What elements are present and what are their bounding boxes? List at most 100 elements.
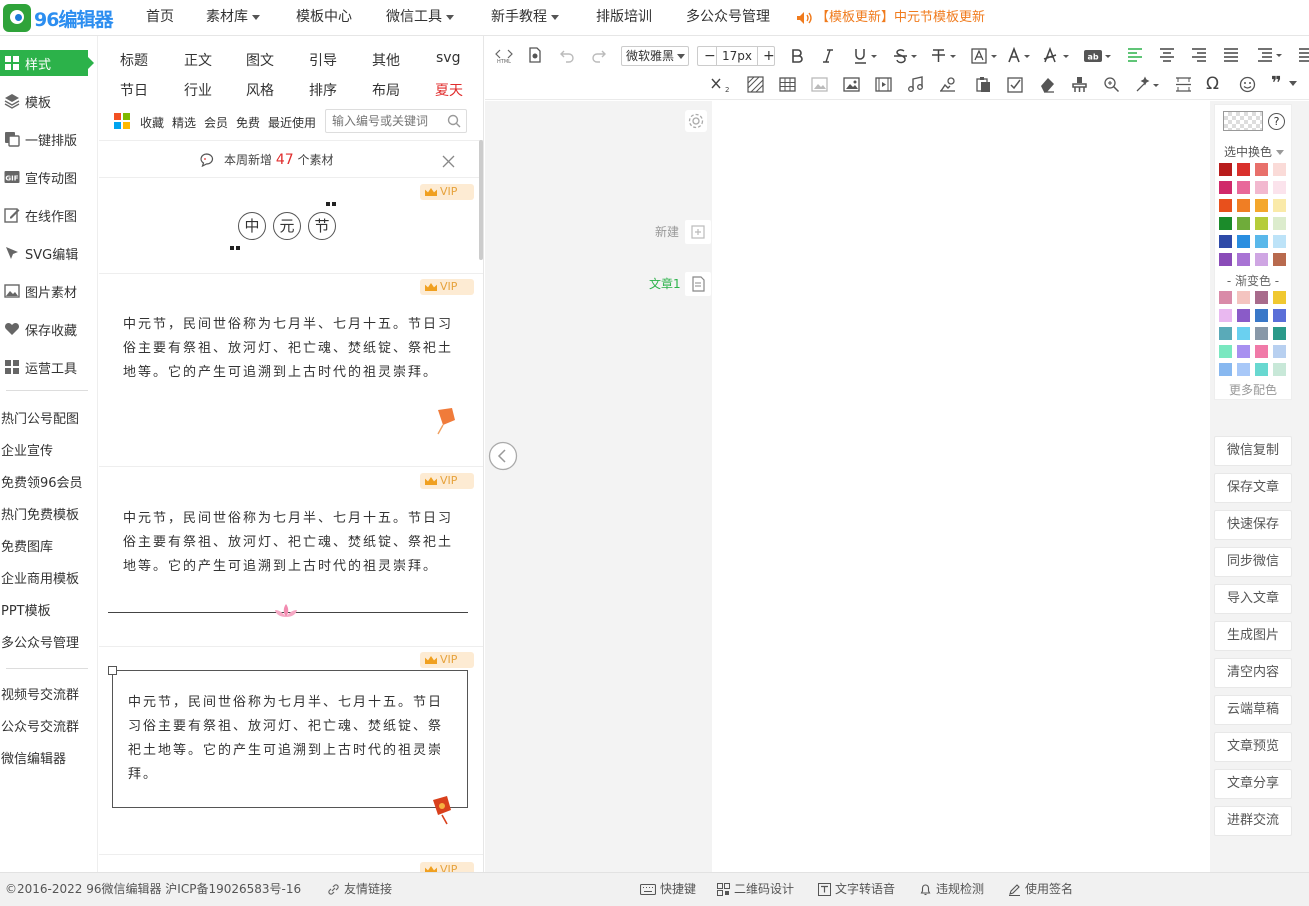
more-colors-link[interactable]: 更多配色 [1215, 381, 1291, 398]
menu-item-images[interactable]: 图片素材 [0, 278, 94, 304]
nav-templates[interactable]: 模板中心 [296, 0, 352, 36]
nav-wechat-tools[interactable]: 微信工具 [386, 0, 454, 36]
image-search-icon[interactable] [939, 76, 956, 93]
announcement[interactable]: 【模板更新】中元节模板更新 [796, 0, 985, 36]
quick-save-button[interactable]: 快速保存 [1214, 510, 1292, 540]
sync-wechat-button[interactable]: 同步微信 [1214, 547, 1292, 577]
image-disabled-icon[interactable] [811, 76, 828, 93]
color-swatch[interactable] [1273, 163, 1286, 176]
tab-title[interactable]: 标题 [120, 50, 148, 70]
violation-check[interactable]: 违规检测 [919, 873, 984, 906]
tab-sort[interactable]: 排序 [309, 80, 337, 100]
link-wechat-editor[interactable]: 微信编辑器 [1, 748, 66, 767]
background-icon[interactable] [747, 76, 764, 93]
gradient-swatch[interactable] [1219, 345, 1232, 358]
shortcut-keys[interactable]: 快捷键 [640, 873, 696, 906]
italic-icon[interactable] [821, 48, 835, 64]
color-swatch[interactable] [1255, 199, 1268, 212]
color-swatch[interactable] [1255, 235, 1268, 248]
format-brush-icon[interactable] [1071, 76, 1088, 93]
color-swatch[interactable] [1273, 253, 1286, 266]
gradient-swatch[interactable] [1237, 345, 1250, 358]
redo-icon[interactable] [591, 47, 607, 63]
color-swatch[interactable] [1273, 181, 1286, 194]
editor-canvas[interactable] [712, 101, 1210, 872]
share-article-button[interactable]: 文章分享 [1214, 769, 1292, 799]
font-size-value[interactable]: 17px [722, 47, 752, 65]
import-article-button[interactable]: 导入文章 [1214, 584, 1292, 614]
link-hot-images[interactable]: 热门公号配图 [1, 408, 79, 427]
save-article-button[interactable]: 保存文章 [1214, 473, 1292, 503]
filter-recent[interactable]: 最近使用 [268, 114, 316, 131]
gradient-swatch[interactable] [1255, 345, 1268, 358]
tab-festival[interactable]: 节日 [120, 80, 148, 100]
color-swatch[interactable] [1237, 217, 1250, 230]
quote-icon[interactable]: ❞ [1271, 73, 1282, 94]
gradient-swatch[interactable] [1219, 291, 1232, 304]
gradient-swatch[interactable] [1255, 291, 1268, 304]
gradient-swatch[interactable] [1273, 345, 1286, 358]
link-free-templates[interactable]: 热门免费模板 [1, 504, 79, 523]
magic-wand-icon[interactable] [1135, 76, 1161, 93]
color-swatch[interactable] [1219, 235, 1232, 248]
nav-home[interactable]: 首页 [146, 0, 174, 36]
clear-content-button[interactable]: 清空内容 [1214, 658, 1292, 688]
link-free-gallery[interactable]: 免费图库 [1, 536, 53, 555]
emoji-icon[interactable] [1239, 76, 1256, 93]
search-icon[interactable] [447, 114, 461, 128]
chevron-down-icon[interactable] [1289, 81, 1297, 87]
qrcode-design[interactable]: 二维码设计 [717, 873, 794, 906]
text-to-speech[interactable]: 文字转语音 [818, 873, 895, 906]
color-swatch[interactable] [1219, 163, 1232, 176]
doc-icon[interactable] [527, 47, 543, 63]
color-swatch[interactable] [1255, 163, 1268, 176]
cloud-draft-button[interactable]: 云端草稿 [1214, 695, 1292, 725]
tab-style[interactable]: 风格 [246, 80, 274, 100]
color-swatch[interactable] [1255, 217, 1268, 230]
nav-materials[interactable]: 素材库 [206, 0, 260, 36]
color-swatch[interactable] [1219, 217, 1232, 230]
settings-gear-icon[interactable] [685, 110, 707, 132]
gradient-swatch[interactable] [1273, 309, 1286, 322]
checkbox-icon[interactable] [1007, 76, 1024, 93]
insert-image-icon[interactable] [843, 76, 860, 93]
color-swatch[interactable] [1237, 163, 1250, 176]
gradient-swatch[interactable] [1219, 309, 1232, 322]
tab-layout[interactable]: 布局 [372, 80, 400, 100]
font-size-plus[interactable]: + [763, 47, 775, 65]
link-official-group[interactable]: 公众号交流群 [1, 716, 79, 735]
gradient-swatch[interactable] [1237, 327, 1250, 340]
color-swatch[interactable] [1273, 199, 1286, 212]
menu-item-styles[interactable]: 样式 [0, 50, 94, 76]
text-style-icon[interactable] [931, 47, 957, 65]
video-icon[interactable] [875, 76, 892, 93]
gradient-swatch[interactable] [1273, 327, 1286, 340]
menu-item-gif[interactable]: GIF 宣传动图 [0, 164, 94, 190]
tab-other[interactable]: 其他 [372, 50, 400, 70]
search-input[interactable] [332, 112, 440, 130]
divider-line-icon[interactable] [1175, 76, 1192, 93]
nav-training[interactable]: 排版培训 [596, 0, 652, 36]
table-icon[interactable] [779, 76, 796, 93]
color-swatch[interactable] [1255, 253, 1268, 266]
link-commercial-templates[interactable]: 企业商用模板 [1, 568, 79, 587]
color-swatch[interactable] [1273, 217, 1286, 230]
menu-item-online-draw[interactable]: 在线作图 [0, 202, 94, 228]
menu-item-svg-edit[interactable]: SVG编辑 [0, 240, 94, 266]
font-family-select[interactable]: 微软雅黑 [621, 46, 689, 66]
color-grid-icon[interactable] [114, 113, 130, 129]
align-left-icon[interactable] [1127, 47, 1143, 63]
link-multi-account[interactable]: 多公众号管理 [1, 632, 79, 651]
nav-tutorial[interactable]: 新手教程 [491, 0, 559, 36]
gradient-swatch[interactable] [1255, 363, 1268, 376]
friend-links[interactable]: 友情链接 [327, 873, 392, 906]
link-enterprise-promo[interactable]: 企业宣传 [1, 440, 53, 459]
tab-summer[interactable]: 夏天 [435, 80, 463, 100]
tab-image-text[interactable]: 图文 [246, 50, 274, 70]
gradient-swatch[interactable] [1255, 309, 1268, 322]
panel-scrollbar[interactable] [479, 140, 483, 260]
align-justify-icon[interactable] [1223, 47, 1239, 63]
music-icon[interactable] [907, 76, 924, 93]
clear-format-icon[interactable] [1043, 47, 1071, 65]
color-swatch[interactable] [1219, 199, 1232, 212]
